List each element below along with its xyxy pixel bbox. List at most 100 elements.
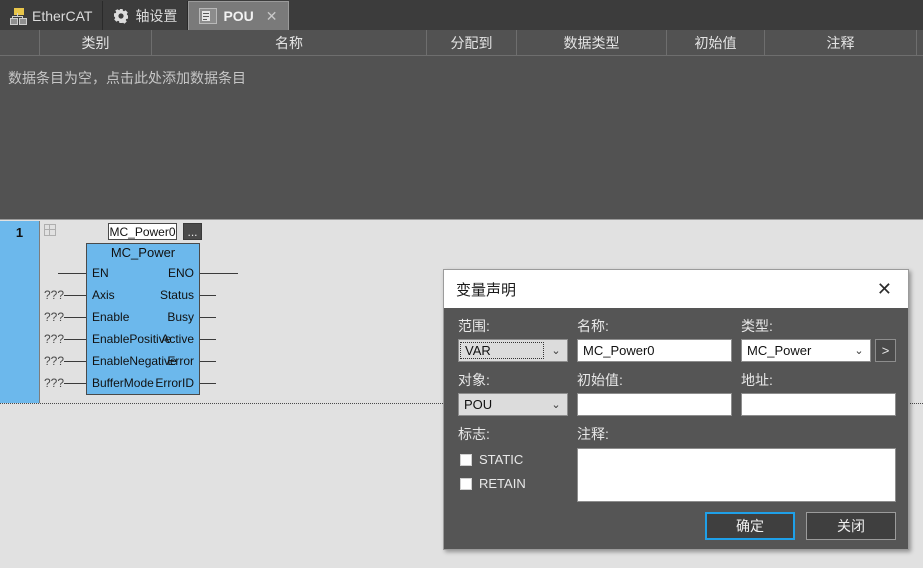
tab-ethercat-label: EtherCAT [32,7,93,24]
type-select-value: MC_Power [747,343,812,358]
tab-pou-close-icon[interactable]: ✕ [266,9,278,23]
column-header-blank[interactable] [0,30,40,56]
object-label: 对象: [458,372,490,388]
fb-output-active[interactable]: Active [161,328,194,350]
input-placeholder-enablepositive[interactable]: ??? [44,332,64,346]
wire-en-input [58,273,86,274]
type-browse-button[interactable]: > [875,339,896,362]
input-placeholder-enablenegative[interactable]: ??? [44,354,64,368]
variable-table: 类别 名称 分配到 数据类型 初始值 注释 数据条目为空，点击此处添加数据条目 [0,30,923,219]
close-button[interactable]: 关闭 [806,512,896,540]
rung-number[interactable]: 1 [0,221,40,403]
wire-buffermode-input [64,383,86,384]
tab-bar: EtherCAT 轴设置 POU ✕ [0,0,923,31]
type-label: 类型: [741,318,773,334]
wire-busy-output [200,317,216,318]
column-header-assigned-to[interactable]: 分配到 [427,30,517,56]
dialog-title: 变量声明 [456,281,517,299]
name-input[interactable]: MC_Power0 [577,339,732,362]
function-block-title: MC_Power [110,245,176,260]
checkbox-static[interactable]: STATIC [460,452,523,467]
checkbox-retain[interactable]: RETAIN [460,476,526,491]
wire-eno-output [200,273,238,274]
wire-enable-input [64,317,86,318]
input-placeholder-enable[interactable]: ??? [44,310,64,324]
dialog-body: 范围: 名称: 类型: VAR ⌄ MC_Power0 MC_Power ⌄ >… [444,308,908,550]
fb-row-5: EnableNegative Error [87,350,199,372]
application-window: EtherCAT 轴设置 POU ✕ 类别 名称 分配到 数据类型 初始值 注释… [0,0,923,568]
column-header-category[interactable]: 类别 [40,30,152,56]
network-topology-icon [10,7,27,25]
fb-output-status[interactable]: Status [160,284,194,306]
fb-input-enablenegative[interactable]: EnableNegative [92,350,177,372]
wire-enablepositive-input [64,339,86,340]
fb-row-1: EN ENO [87,262,199,284]
chevron-down-icon: ⌄ [551,345,561,357]
gear-icon [113,8,129,24]
checkbox-retain-box[interactable] [460,477,472,490]
wire-active-output [200,339,216,340]
instance-name-field[interactable]: MC_Power0 [108,223,177,240]
column-header-comment[interactable]: 注释 [765,30,917,56]
function-block-mc-power[interactable]: MC_Power EN ENO Axis Status Enable Busy … [86,243,200,395]
comment-textarea-value [578,449,895,455]
column-header-data-type[interactable]: 数据类型 [517,30,667,56]
checkbox-retain-label: RETAIN [479,476,526,491]
address-input[interactable] [741,393,896,416]
column-header-name[interactable]: 名称 [152,30,427,56]
fb-output-busy[interactable]: Busy [167,306,194,328]
checkbox-static-label: STATIC [479,452,524,467]
fb-input-en[interactable]: EN [92,262,109,284]
scope-select[interactable]: VAR ⌄ [458,339,568,362]
chevron-down-icon: ⌄ [551,399,561,411]
chevron-down-icon: ⌄ [854,345,864,357]
wire-axis-input [64,295,86,296]
input-placeholder-axis[interactable]: ??? [44,288,64,302]
name-label: 名称: [577,318,609,334]
fb-row-2: Axis Status [87,284,199,306]
name-input-value: MC_Power0 [583,343,655,358]
type-select[interactable]: MC_Power ⌄ [741,339,871,362]
column-header-initial-value[interactable]: 初始值 [667,30,765,56]
variable-table-header: 类别 名称 分配到 数据类型 初始值 注释 [0,30,923,56]
initial-value-label: 初始值: [577,372,623,388]
instance-browse-button[interactable]: ... [183,223,202,240]
wire-enablenegative-input [64,361,86,362]
scope-label: 范围: [458,318,490,334]
wire-errorid-output [200,383,216,384]
fb-output-errorid[interactable]: ErrorID [155,372,194,394]
fb-row-4: EnablePositive Active [87,328,199,350]
comment-label: 注释: [577,426,609,442]
checkbox-static-box[interactable] [460,453,472,466]
dialog-title-bar[interactable]: 变量声明 ✕ [444,270,908,308]
wire-status-output [200,295,216,296]
address-label: 地址: [741,372,773,388]
wire-error-output [200,361,216,362]
comment-textarea[interactable] [577,448,896,502]
tab-pou[interactable]: POU ✕ [188,1,289,30]
fb-output-error[interactable]: Error [167,350,194,372]
expand-grid-icon[interactable] [44,224,56,236]
input-placeholder-buffermode[interactable]: ??? [44,376,64,390]
fb-input-enablepositive[interactable]: EnablePositive [92,328,171,350]
variable-declaration-dialog: 变量声明 ✕ 范围: 名称: 类型: VAR ⌄ MC_Power0 MC_Po… [443,269,909,550]
object-select[interactable]: POU ⌄ [458,393,568,416]
flags-label: 标志: [458,426,490,442]
fb-row-6: BufferMode ErrorID [87,372,199,394]
tab-axis-settings[interactable]: 轴设置 [103,1,189,30]
fb-input-axis[interactable]: Axis [92,284,115,306]
object-select-value: POU [464,397,493,412]
initial-value-input[interactable] [577,393,732,416]
tab-pou-label: POU [223,8,254,24]
close-icon[interactable]: ✕ [873,278,896,300]
fb-output-eno[interactable]: ENO [168,262,194,284]
tab-axis-settings-label: 轴设置 [135,7,178,24]
fb-row-3: Enable Busy [87,306,199,328]
ok-button[interactable]: 确定 [705,512,795,540]
tab-ethercat[interactable]: EtherCAT [0,1,104,30]
scope-select-value: VAR [460,342,544,359]
fb-input-buffermode[interactable]: BufferMode [92,372,154,394]
fb-input-enable[interactable]: Enable [92,306,129,328]
pou-document-icon [199,8,218,24]
variable-table-empty-message[interactable]: 数据条目为空，点击此处添加数据条目 [0,56,923,88]
